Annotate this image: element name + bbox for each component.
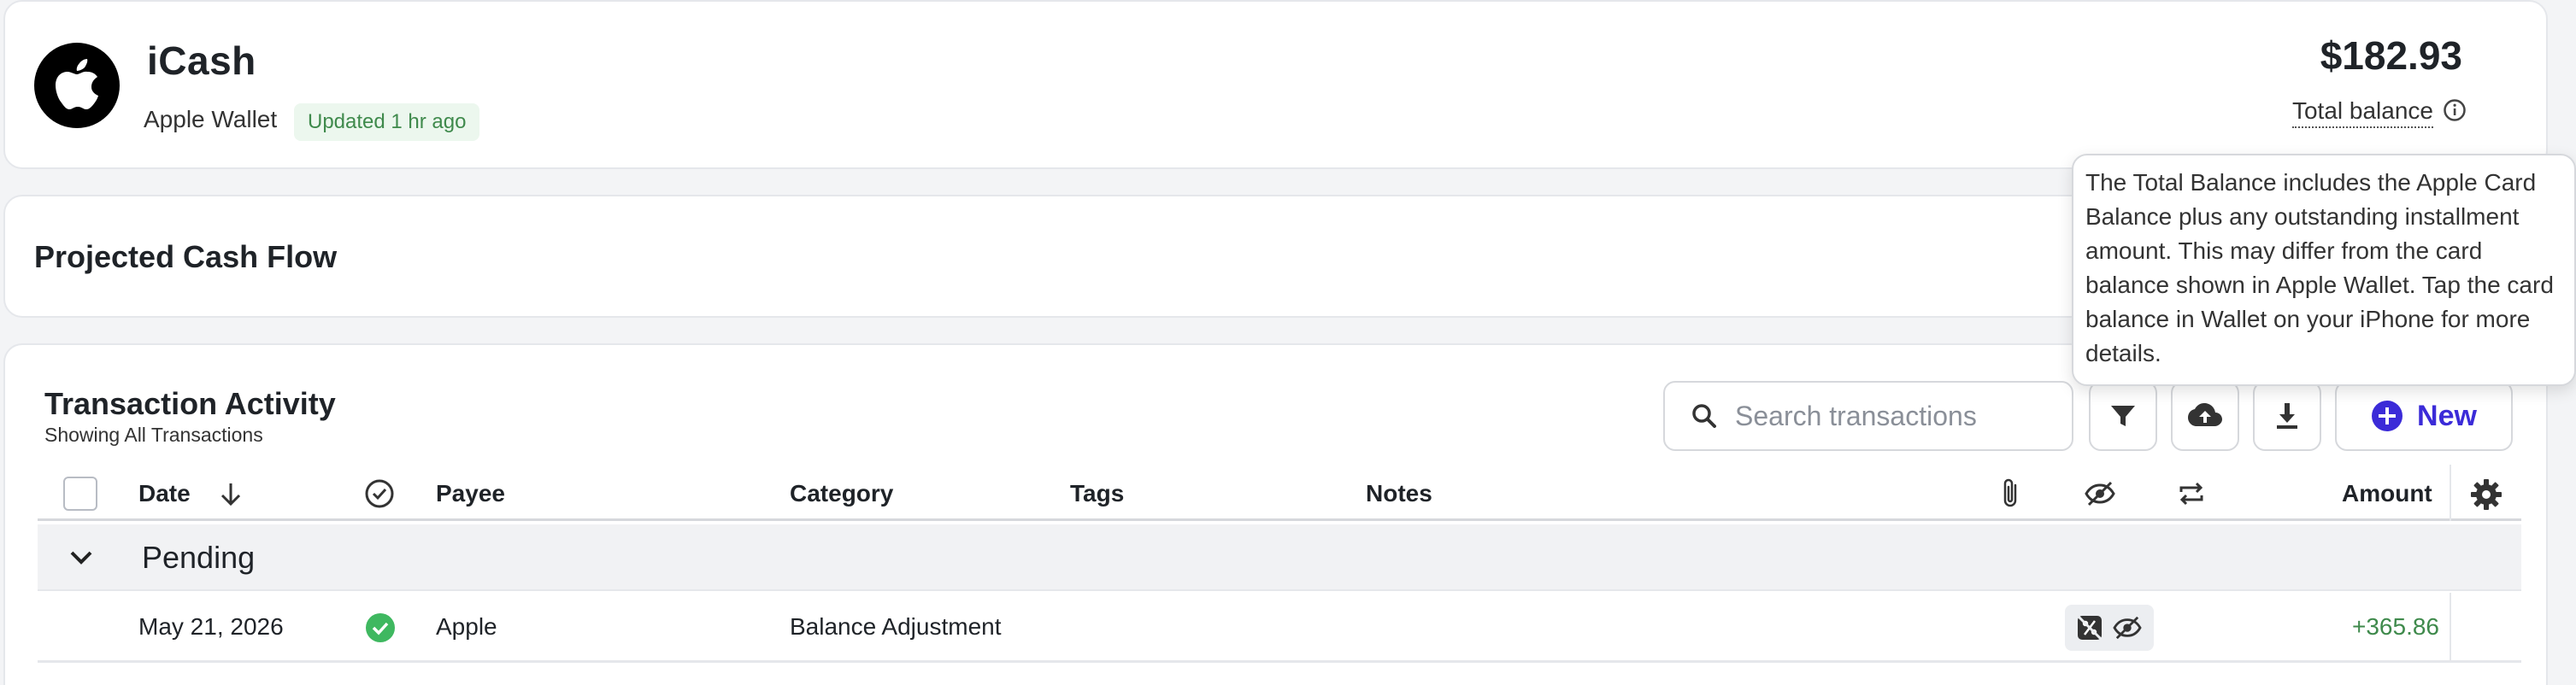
excluded-percent-icon[interactable] — [2076, 614, 2103, 641]
info-icon[interactable] — [2442, 97, 2467, 123]
column-divider — [2450, 465, 2451, 521]
group-label: Pending — [142, 540, 256, 575]
cloud-upload-button[interactable] — [2171, 381, 2239, 451]
hidden-eye-slash-icon[interactable] — [2112, 615, 2143, 641]
table-row[interactable]: May 21, 2026 Apple Balance Adjustment +3… — [38, 593, 2521, 663]
column-amount[interactable]: Amount — [2342, 480, 2432, 507]
transaction-activity-card: Transaction Activity Showing All Transac… — [3, 343, 2548, 685]
column-divider — [2450, 593, 2451, 663]
search-icon — [1692, 404, 1716, 428]
transaction-payee[interactable]: Apple — [436, 613, 497, 641]
column-date[interactable]: Date — [138, 480, 191, 507]
column-notes[interactable]: Notes — [1366, 480, 1432, 507]
column-tags[interactable]: Tags — [1070, 480, 1124, 507]
updated-badge: Updated 1 hr ago — [294, 103, 480, 141]
hidden-eye-slash-icon[interactable] — [2084, 480, 2116, 507]
account-name: iCash — [147, 38, 256, 83]
transaction-amount[interactable]: +365.86 — [2352, 613, 2439, 641]
search-input[interactable] — [1735, 400, 2043, 432]
reviewed-check-icon[interactable] — [364, 612, 397, 644]
attachment-paperclip-icon[interactable] — [1998, 477, 2022, 511]
total-balance-value: $182.93 — [2320, 33, 2462, 78]
reviewed-check-circle-icon[interactable] — [364, 478, 395, 509]
transaction-category[interactable]: Balance Adjustment — [790, 613, 1002, 641]
plus-circle-icon — [2372, 401, 2403, 431]
search-transactions-box[interactable] — [1663, 381, 2073, 451]
chevron-down-icon[interactable] — [68, 548, 94, 567]
gear-icon[interactable] — [2470, 478, 2502, 511]
filter-button[interactable] — [2089, 381, 2157, 451]
activity-title: Transaction Activity — [44, 386, 336, 421]
apple-logo-icon — [34, 43, 120, 128]
column-payee[interactable]: Payee — [436, 480, 505, 507]
sort-arrow-down-icon[interactable] — [219, 482, 243, 507]
new-button-label: New — [2417, 399, 2477, 432]
download-button[interactable] — [2253, 381, 2321, 451]
filter-icon — [2111, 406, 2135, 426]
cloud-upload-icon — [2188, 403, 2222, 426]
transaction-date: May 21, 2026 — [138, 613, 284, 640]
cash-flow-title: Projected Cash Flow — [34, 239, 338, 274]
total-balance-tooltip: The Total Balance includes the Apple Car… — [2072, 154, 2576, 386]
table-header: Date Payee Category Tags Notes Amount — [38, 465, 2521, 521]
pending-group-row[interactable]: Pending — [38, 524, 2521, 591]
column-category[interactable]: Category — [790, 480, 893, 507]
transaction-flags — [2065, 605, 2154, 651]
total-balance-label[interactable]: Total balance — [2291, 97, 2433, 128]
account-source: Apple Wallet — [144, 106, 278, 132]
select-all-checkbox[interactable] — [63, 477, 97, 511]
recurring-repeat-icon[interactable] — [2176, 480, 2207, 507]
account-header-card: iCash Apple Wallet Updated 1 hr ago $182… — [3, 0, 2548, 169]
activity-subtitle: Showing All Transactions — [44, 424, 263, 446]
new-transaction-button[interactable]: New — [2335, 381, 2513, 451]
download-icon — [2277, 403, 2297, 429]
